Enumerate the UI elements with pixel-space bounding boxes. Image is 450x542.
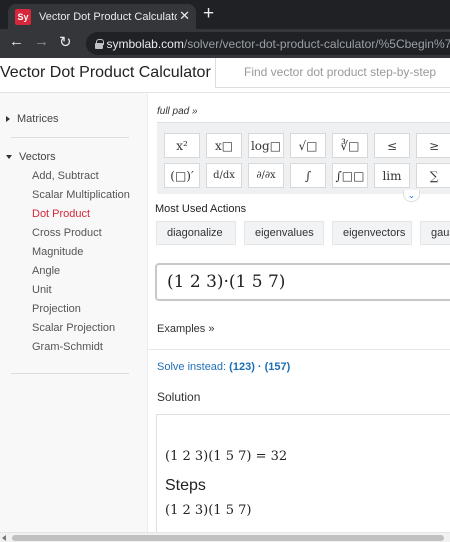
sidebar-category-matrices[interactable]: Matrices <box>6 113 59 125</box>
sidebar-divider <box>11 373 129 374</box>
solve-instead[interactable]: Solve instead: (123) · (157) <box>157 361 290 373</box>
solve-instead-label: Solve instead: <box>157 361 227 373</box>
sidebar-divider <box>11 137 129 138</box>
key-leq[interactable]: ≤ <box>374 133 410 158</box>
key-integral[interactable]: ∫ <box>290 163 326 188</box>
new-tab-icon[interactable]: + <box>203 3 214 25</box>
most-used-actions-label: Most Used Actions <box>155 203 247 215</box>
symbolab-favicon-icon: Sy <box>15 8 31 25</box>
address-bar[interactable]: symbolab.com/solver/vector-dot-product-c… <box>86 32 450 55</box>
scrollbar-thumb[interactable] <box>12 535 444 541</box>
key-sqrt[interactable]: √□ <box>290 133 326 158</box>
key-log[interactable]: log□ <box>248 133 284 158</box>
solve-instead-expression[interactable]: (123) · (157) <box>229 361 290 373</box>
url-path: /solver/vector-dot-product-calculator/%5… <box>183 36 450 51</box>
browser-tab-bar: Sy Vector Dot Product Calculator - Sy ✕ … <box>0 0 450 29</box>
key-x-squared[interactable]: x² <box>164 133 200 158</box>
sidebar-item-gram-schmidt[interactable]: Gram-Schmidt <box>32 341 103 353</box>
sidebar-item-cross-product[interactable]: Cross Product <box>32 227 102 239</box>
sidebar-category-label: Vectors <box>19 151 56 163</box>
tab-title: Vector Dot Product Calculator - Sy <box>39 10 177 23</box>
lock-icon <box>95 38 109 49</box>
sidebar-item-add-subtract[interactable]: Add, Subtract <box>32 170 99 182</box>
sidebar-category-vectors[interactable]: Vectors <box>6 151 56 163</box>
key-limit[interactable]: lim <box>374 163 410 188</box>
back-arrow-icon[interactable]: ← <box>9 33 24 50</box>
solution-header: Solution <box>157 390 201 404</box>
sidebar-item-magnitude[interactable]: Magnitude <box>32 246 83 258</box>
key-nth-root[interactable]: ∛□ <box>332 133 368 158</box>
solution-result: (1 2 3)(1 5 7) = 32 <box>165 449 288 464</box>
sidebar-item-projection[interactable]: Projection <box>32 303 81 315</box>
browser-toolbar: ← → ↻ symbolab.com/solver/vector-dot-pro… <box>0 29 450 58</box>
search-input[interactable]: Find vector dot product step-by-step <box>215 58 450 88</box>
reload-icon[interactable]: ↻ <box>59 33 72 51</box>
sidebar: Matrices Vectors Add, Subtract Scalar Mu… <box>0 93 148 533</box>
action-chip-diagonalize[interactable]: diagonalize <box>156 221 236 245</box>
key-definite-integral[interactable]: ∫□□ <box>332 163 368 188</box>
section-divider <box>148 349 450 350</box>
forward-arrow-icon[interactable]: → <box>34 33 49 50</box>
sidebar-item-scalar-multiplication[interactable]: Scalar Multiplication <box>32 189 130 201</box>
key-sum[interactable]: ∑ <box>416 163 450 188</box>
action-chip-eigenvectors[interactable]: eigenvectors <box>332 221 412 245</box>
key-partial[interactable]: ∂/∂x <box>248 163 284 188</box>
math-keypad: x² x□ log□ √□ ∛□ ≤ ≥ (□)′ d/dx ∂/∂x ∫ ∫□… <box>157 122 450 194</box>
sidebar-item-dot-product[interactable]: Dot Product <box>32 208 90 220</box>
key-geq[interactable]: ≥ <box>416 133 450 158</box>
sidebar-category-label: Matrices <box>17 113 59 125</box>
action-chip-gauss[interactable]: gaus <box>420 221 450 245</box>
sidebar-item-angle[interactable]: Angle <box>32 265 60 277</box>
steps-expression: (1 2 3)(1 5 7) <box>165 503 252 518</box>
chevron-right-icon <box>6 116 10 122</box>
key-derivative-prime[interactable]: (□)′ <box>164 163 200 188</box>
key-d-dx[interactable]: d/dx <box>206 163 242 188</box>
horizontal-scrollbar[interactable] <box>0 532 450 542</box>
chevron-down-icon <box>6 155 12 159</box>
expression-input[interactable]: (1 2 3)·(1 5 7) <box>155 263 450 301</box>
examples-link[interactable]: Examples » <box>157 323 214 335</box>
browser-tab[interactable]: Sy Vector Dot Product Calculator - Sy ✕ <box>8 4 196 29</box>
full-pad-link[interactable]: full pad » <box>157 106 198 117</box>
steps-heading: Steps <box>165 477 206 494</box>
action-chip-eigenvalues[interactable]: eigenvalues <box>244 221 324 245</box>
page-title: Vector Dot Product Calculator <box>0 64 211 81</box>
collapse-keypad-chevron-icon[interactable]: ⌄ <box>403 190 420 202</box>
sidebar-item-scalar-projection[interactable]: Scalar Projection <box>32 322 115 334</box>
close-tab-icon[interactable]: ✕ <box>179 8 190 24</box>
url-host: symbolab.com <box>106 36 184 51</box>
scroll-left-icon[interactable] <box>2 535 6 541</box>
key-x-power[interactable]: x□ <box>206 133 242 158</box>
sidebar-item-unit[interactable]: Unit <box>32 284 52 296</box>
